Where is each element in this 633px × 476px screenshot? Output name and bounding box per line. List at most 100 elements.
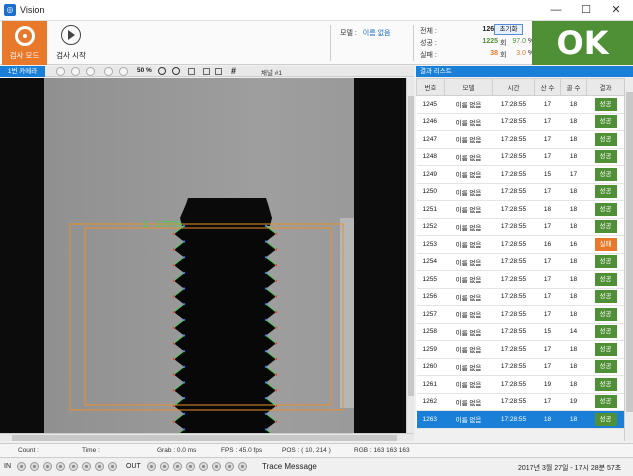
- result-row[interactable]: 1254 이름 없음 17:28:55 17 18 성공: [416, 253, 625, 271]
- cell-peaks: 17: [534, 130, 561, 149]
- status-time: Time :: [82, 447, 100, 454]
- io-out-label: OUT: [126, 463, 141, 470]
- cell-time: 17:28:55: [492, 323, 535, 341]
- result-row[interactable]: 1260 이름 없음 17:28:55 17 18 성공: [416, 358, 625, 376]
- cell-time: 17:28:55: [492, 375, 535, 394]
- result-row[interactable]: 1252 이름 없음 17:28:55 17 18 성공: [416, 218, 625, 236]
- cell-model: 이름 없음: [444, 358, 493, 376]
- tool-button-icon[interactable]: [86, 67, 95, 76]
- maximize-button[interactable]: ☐: [571, 0, 601, 21]
- result-row[interactable]: 1250 이름 없음 17:28:55 17 18 성공: [416, 183, 625, 201]
- column-header[interactable]: 모델: [444, 78, 493, 96]
- cell-no: 1262: [416, 393, 445, 411]
- cell-model: 이름 없음: [444, 323, 493, 341]
- cell-no: 1247: [416, 130, 445, 149]
- close-button[interactable]: ✕: [601, 0, 631, 21]
- viewport-horizontal-scrollbar[interactable]: [0, 433, 414, 441]
- cell-time: 17:28:55: [492, 288, 535, 306]
- cell-valleys: 14: [560, 323, 587, 341]
- cell-time: 17:28:55: [492, 393, 535, 411]
- vision-window: ◎ Vision — ☐ ✕ 검사 모드 검사 시작 모델 : 이름 없음 전체 …: [0, 0, 633, 476]
- camera-viewport[interactable]: 1 - 17779: [0, 78, 406, 433]
- cell-result: 성공: [586, 113, 625, 131]
- result-row[interactable]: 1262 이름 없음 17:28:55 17 19 성공: [416, 393, 625, 411]
- result-row[interactable]: 1257 이름 없음 17:28:55 17 18 성공: [416, 305, 625, 324]
- cell-no: 1246: [416, 113, 445, 131]
- cell-no: 1248: [416, 148, 445, 166]
- results-header: 결과 리스트: [416, 66, 633, 77]
- cell-time: 17:28:55: [492, 235, 535, 254]
- result-row[interactable]: 1248 이름 없음 17:28:55 17 18 성공: [416, 148, 625, 166]
- io-bar: IN OUT Trace Message 2017년 3월 27일 - 17시 …: [0, 457, 633, 476]
- results-scrollbar[interactable]: [624, 78, 633, 441]
- result-row[interactable]: 1258 이름 없음 17:28:55 15 14 성공: [416, 323, 625, 341]
- frame-icon[interactable]: [215, 68, 222, 75]
- result-badge: 성공: [594, 395, 617, 409]
- stat-total-value: 1263: [482, 26, 498, 33]
- input-indicator-icon: [17, 462, 26, 471]
- result-row[interactable]: 1249 이름 없음 17:28:55 15 17 성공: [416, 165, 625, 184]
- start-inspection-button[interactable]: 검사 시작: [50, 21, 92, 65]
- fit-icon[interactable]: [188, 68, 195, 75]
- result-row[interactable]: 1246 이름 없음 17:28:55 17 18 성공: [416, 113, 625, 131]
- column-header[interactable]: 골 수: [560, 78, 587, 96]
- grid-icon[interactable]: #: [231, 66, 236, 77]
- cell-peaks: 17: [534, 218, 561, 236]
- cell-no: 1256: [416, 288, 445, 306]
- column-header[interactable]: 결과: [586, 78, 625, 96]
- output-indicator-icon: [199, 462, 208, 471]
- result-row[interactable]: 1247 이름 없음 17:28:55 17 18 성공: [416, 130, 625, 149]
- minimize-button[interactable]: —: [541, 0, 571, 21]
- io-in-label: IN: [4, 463, 11, 470]
- output-indicator-icon: [186, 462, 195, 471]
- result-row[interactable]: 1255 이름 없음 17:28:55 17 18 성공: [416, 270, 625, 289]
- cell-peaks: 17: [534, 113, 561, 131]
- viewport-vertical-scrollbar[interactable]: [406, 78, 414, 433]
- cell-peaks: 17: [534, 253, 561, 271]
- stat-total-label: 전체 :: [420, 28, 437, 35]
- status-rgb: RGB : 163 163 163: [354, 447, 410, 454]
- cell-valleys: 18: [560, 305, 587, 324]
- result-row[interactable]: 1263 이름 없음 17:28:55 18 18 성공: [416, 410, 625, 429]
- cell-no: 1263: [416, 410, 445, 429]
- start-inspection-label: 검사 시작: [56, 51, 86, 60]
- result-row[interactable]: 1259 이름 없음 17:28:55 17 18 성공: [416, 340, 625, 359]
- stat-pass: 성공 : 1225 회 97.0 %: [420, 37, 534, 49]
- result-row[interactable]: 1253 이름 없음 17:28:55 16 16 실패: [416, 235, 625, 254]
- cell-peaks: 18: [534, 200, 561, 219]
- tool-button-icon[interactable]: [56, 67, 65, 76]
- frame-icon[interactable]: [203, 68, 210, 75]
- reset-button[interactable]: 초기화: [494, 24, 523, 35]
- stat-pass-value: 1225: [482, 38, 498, 45]
- column-header[interactable]: 시간: [492, 78, 535, 96]
- result-row[interactable]: 1245 이름 없음 17:28:55 17 18 성공: [416, 95, 625, 114]
- cell-model: 이름 없음: [444, 288, 493, 306]
- result-badge: 실패: [594, 237, 617, 251]
- column-header[interactable]: 번호: [416, 78, 445, 96]
- cell-result: 성공: [586, 393, 625, 411]
- column-header[interactable]: 산 수: [534, 78, 561, 96]
- result-row[interactable]: 1251 이름 없음 17:28:55 18 18 성공: [416, 200, 625, 219]
- cell-time: 17:28:55: [492, 113, 535, 131]
- inspection-mode-button[interactable]: 검사 모드: [2, 21, 47, 65]
- result-row[interactable]: 1261 이름 없음 17:28:55 19 18 성공: [416, 375, 625, 394]
- result-row[interactable]: 1256 이름 없음 17:28:55 17 18 성공: [416, 288, 625, 306]
- cell-result: 성공: [586, 305, 625, 324]
- cell-time: 17:28:55: [492, 253, 535, 271]
- cell-time: 17:28:55: [492, 340, 535, 359]
- info-icon[interactable]: [119, 67, 128, 76]
- cell-peaks: 16: [534, 235, 561, 254]
- result-badge: 성공: [594, 202, 617, 216]
- zoom-out-icon[interactable]: [172, 67, 180, 75]
- info-icon[interactable]: [104, 67, 113, 76]
- cell-model: 이름 없음: [444, 393, 493, 411]
- status-grab: Grab : 0.0 ms: [157, 447, 197, 454]
- cell-no: 1253: [416, 235, 445, 254]
- camera-tab[interactable]: 1번 카메라: [0, 66, 45, 77]
- result-badge: 성공: [594, 307, 617, 321]
- cell-result: 성공: [586, 218, 625, 236]
- zoom-level: 50 %: [137, 67, 152, 74]
- zoom-in-icon[interactable]: [158, 67, 166, 75]
- tool-button-icon[interactable]: [71, 67, 80, 76]
- overlay-label: 1 - 17779: [143, 220, 182, 229]
